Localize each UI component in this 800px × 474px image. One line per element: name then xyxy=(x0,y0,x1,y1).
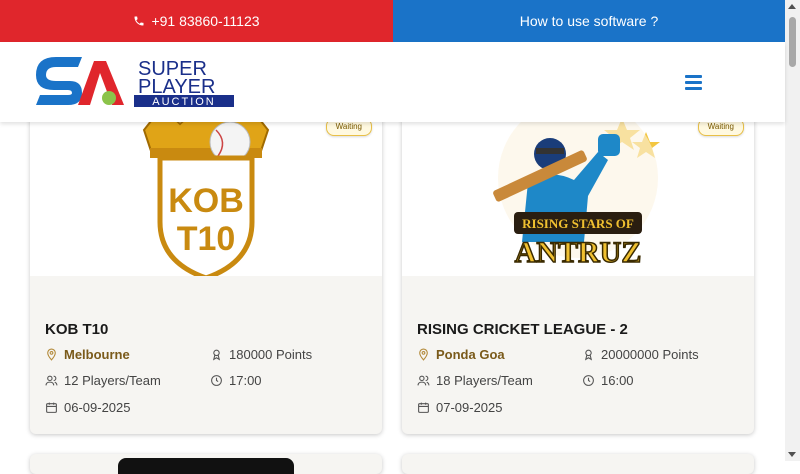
auction-points: 180000 Points xyxy=(210,347,312,362)
auction-players: 18 Players/Team xyxy=(417,373,533,388)
auction-points: 20000000 Points xyxy=(582,347,699,362)
logo-text-kob: KOB xyxy=(168,182,244,220)
auction-time: 17:00 xyxy=(210,373,262,388)
logo-text-line2: ANTRUZ xyxy=(515,236,642,269)
auction-players: 12 Players/Team xyxy=(45,373,161,388)
super-player-auction-logo-icon: SUPER PLAYER AUCTION xyxy=(36,57,234,108)
scroll-down-arrow-icon[interactable] xyxy=(788,452,796,457)
auction-image: KOB T10 Waiting xyxy=(30,112,382,281)
clock-icon xyxy=(211,375,222,386)
scrollbar-thumb[interactable] xyxy=(789,17,796,67)
logo-line2: PLAYER xyxy=(138,76,215,98)
auction-location: Melbourne xyxy=(45,347,130,362)
how-to-use-link[interactable]: How to use software ? xyxy=(393,0,785,42)
auction-location: Ponda Goa xyxy=(417,347,505,362)
users-icon xyxy=(417,375,430,386)
auction-image xyxy=(118,458,294,474)
auction-time: 16:00 xyxy=(582,373,634,388)
logo-text-line1: RISING STARS OF xyxy=(522,216,634,231)
auction-card[interactable]: KOB T10 Waiting KOB T10 Melbourne 180000… xyxy=(30,112,382,434)
top-bar: +91 83860-11123 How to use software ? xyxy=(0,0,785,42)
auction-image: RISING STARS OF ANTRUZ Waiting xyxy=(402,112,754,276)
calendar-icon xyxy=(418,402,429,413)
auction-title: RISING CRICKET LEAGUE - 2 xyxy=(417,321,628,338)
site-logo[interactable]: SUPER PLAYER AUCTION xyxy=(34,53,236,109)
auction-date: 06-09-2025 xyxy=(45,400,131,415)
location-pin-icon xyxy=(419,348,428,361)
logo-text-t10: T10 xyxy=(177,220,236,258)
rising-stars-logo-icon: RISING STARS OF ANTRUZ xyxy=(493,112,660,270)
scrollbar[interactable] xyxy=(785,0,800,461)
phone-icon xyxy=(134,16,144,26)
auction-card[interactable] xyxy=(30,454,382,474)
location-pin-icon xyxy=(47,348,56,361)
award-icon xyxy=(212,349,221,361)
auction-title: KOB T10 xyxy=(45,321,109,338)
users-icon xyxy=(45,375,58,386)
kob-t10-logo-icon: KOB T10 xyxy=(142,112,270,281)
clock-icon xyxy=(583,375,594,386)
scroll-up-arrow-icon[interactable] xyxy=(788,4,796,9)
hamburger-menu-icon[interactable] xyxy=(685,75,702,91)
auction-card[interactable] xyxy=(402,454,754,474)
site-header: SUPER PLAYER AUCTION xyxy=(0,42,785,122)
logo-line3: AUCTION xyxy=(152,96,216,108)
auction-date: 07-09-2025 xyxy=(417,400,503,415)
phone-number: +91 83860-11123 xyxy=(151,13,260,29)
calendar-icon xyxy=(46,402,57,413)
call-link[interactable]: +91 83860-11123 xyxy=(0,0,393,42)
auction-card[interactable]: RISING STARS OF ANTRUZ Waiting RISING CR… xyxy=(402,112,754,434)
award-icon xyxy=(584,349,593,361)
